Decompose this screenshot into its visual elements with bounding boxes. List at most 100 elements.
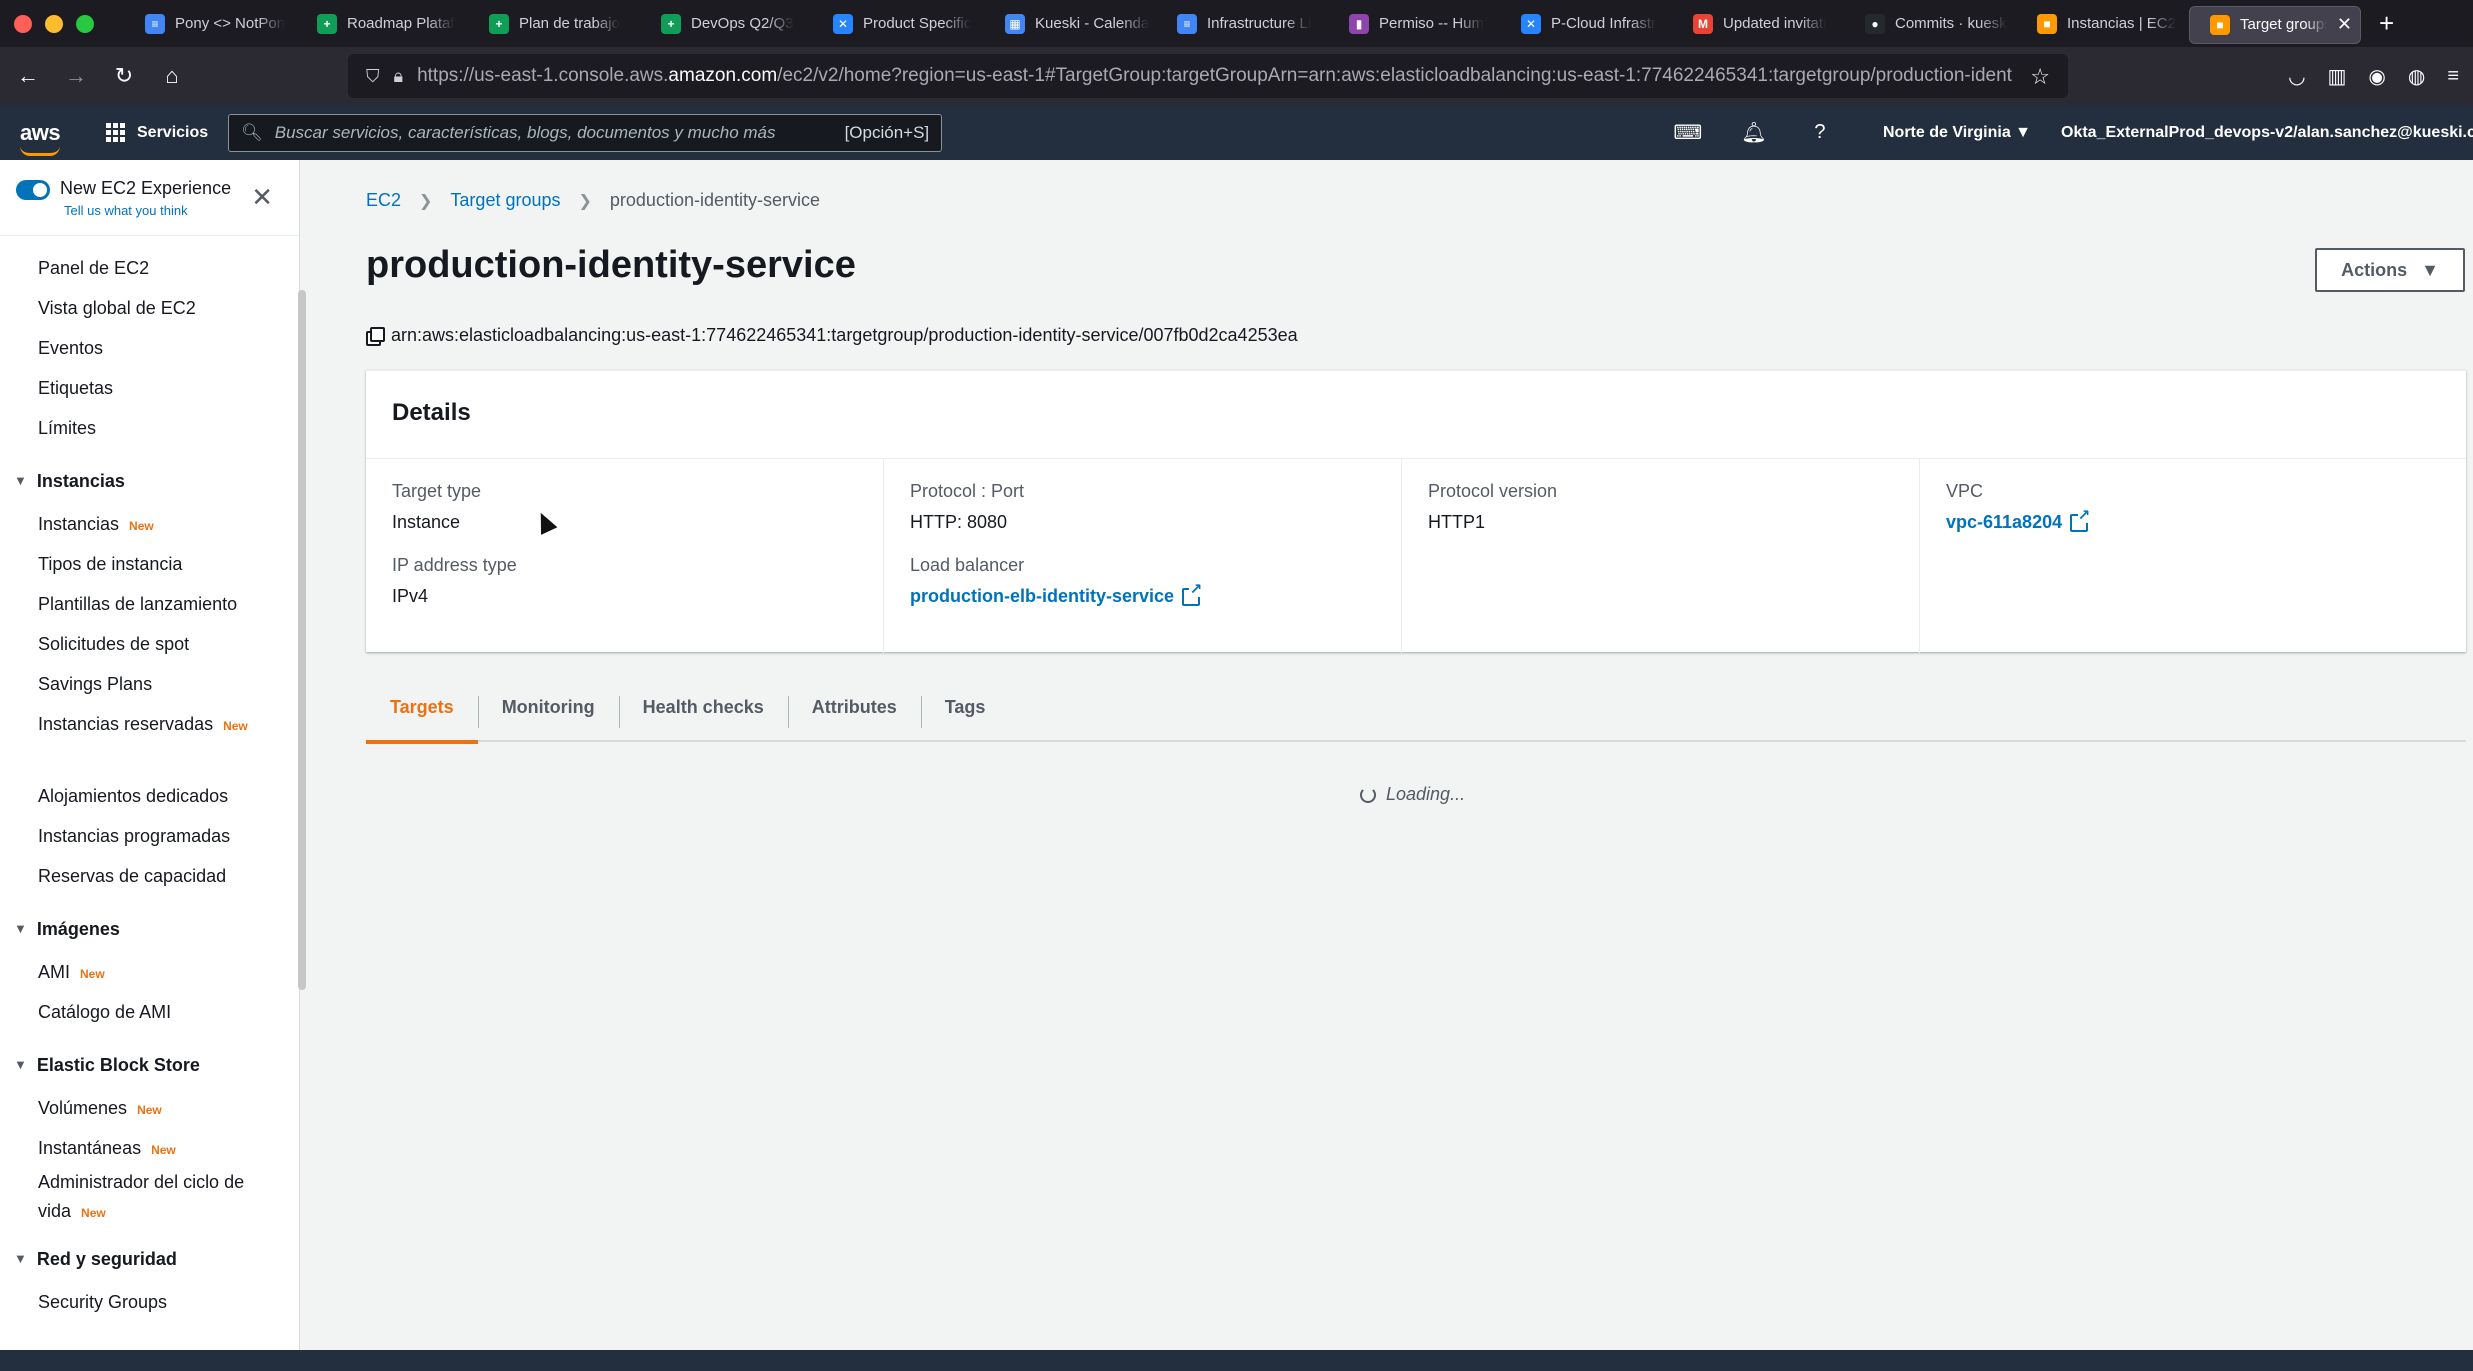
close-tab-icon[interactable]: ✕ bbox=[2337, 14, 2352, 35]
sidebar-item[interactable]: Reservas de capacidad bbox=[0, 856, 299, 896]
menu-icon[interactable]: ≡ bbox=[2447, 65, 2459, 88]
sidebar-item[interactable]: Eventos bbox=[0, 328, 299, 368]
sidebar-item[interactable]: Límites bbox=[0, 408, 299, 448]
breadcrumb: EC2 ❯ Target groups ❯ production-identit… bbox=[366, 190, 820, 211]
browser-tab[interactable]: ≡ Infrastructure Li bbox=[1157, 0, 1329, 47]
new-experience-toggle[interactable] bbox=[16, 180, 50, 200]
sidebar-item-label: Solicitudes de spot bbox=[38, 634, 190, 654]
address-bar[interactable]: ⛉ 🔒︎ https://us-east-1.console.aws.amazo… bbox=[348, 54, 2068, 98]
caret-down-icon: ▼ bbox=[2421, 259, 2439, 280]
sidebar-item-label: Vista global de EC2 bbox=[38, 298, 196, 318]
sidebar-section-header[interactable]: ▼ Imágenes bbox=[0, 906, 299, 952]
sidebar-section-header[interactable]: ▼ Instancias bbox=[0, 458, 299, 504]
sidebar-scrollbar[interactable] bbox=[298, 290, 306, 990]
tab-attributes[interactable]: Attributes bbox=[787, 690, 921, 742]
sidebar-icon[interactable]: ▥ bbox=[2328, 64, 2347, 89]
region-selector[interactable]: Norte de Virginia ▼ bbox=[1853, 124, 2061, 142]
sidebar-item[interactable]: Savings Plans bbox=[0, 664, 299, 704]
vpc-link[interactable]: vpc-611a8204 bbox=[1946, 507, 2412, 533]
browser-tab[interactable]: ▮ Permiso -- Hum bbox=[1329, 0, 1501, 47]
tab-monitoring[interactable]: Monitoring bbox=[477, 690, 619, 742]
load-balancer-link[interactable]: production-elb-identity-service bbox=[910, 581, 1375, 607]
sidebar-section-header[interactable]: ▼ Red y seguridad bbox=[0, 1236, 299, 1282]
tab-favicon-icon: ≡ bbox=[145, 13, 165, 34]
sidebar-item[interactable]: Panel de EC2 bbox=[0, 248, 299, 288]
search-input[interactable]: 🔍︎ Buscar servicios, características, bl… bbox=[228, 113, 943, 152]
account-menu[interactable]: Okta_ExternalProd_devops-v2/alan.sanchez… bbox=[2061, 124, 2473, 142]
cloudshell-icon[interactable]: ⌨ bbox=[1655, 120, 1721, 145]
tab-tags[interactable]: Tags bbox=[920, 690, 1010, 742]
new-tab-button[interactable]: + bbox=[2361, 8, 2412, 39]
sidebar-item[interactable]: Instancias programadas bbox=[0, 816, 299, 856]
sidebar-item[interactable]: Vista global de EC2 bbox=[0, 288, 299, 328]
sidebar-item[interactable]: Solicitudes de spot bbox=[0, 624, 299, 664]
actions-button[interactable]: Actions ▼ bbox=[2315, 248, 2465, 292]
sidebar-item[interactable]: Security Groups bbox=[0, 1282, 299, 1322]
breadcrumb-ec2[interactable]: EC2 bbox=[366, 190, 401, 211]
sidebar-item[interactable]: Instancias reservadas New bbox=[0, 704, 299, 776]
copy-icon[interactable] bbox=[366, 327, 385, 346]
minimize-window-button[interactable] bbox=[45, 14, 63, 33]
browser-tab[interactable]: ≡ Pony <> NotPon bbox=[125, 0, 297, 47]
browser-tab-title: Product Specific bbox=[863, 15, 972, 32]
sidebar-item[interactable]: Instantáneas New bbox=[0, 1128, 299, 1168]
external-link-icon bbox=[1182, 581, 1203, 606]
browser-tab-title: Instancias | EC2 bbox=[2067, 15, 2176, 32]
aws-logo[interactable]: aws bbox=[0, 120, 80, 156]
maximize-window-button[interactable] bbox=[76, 14, 94, 33]
tab-favicon-icon: ■ bbox=[2037, 13, 2057, 34]
sidebar-item-label: Administrador del ciclo de vida bbox=[38, 1172, 245, 1221]
tab-favicon-icon: ■ bbox=[2210, 14, 2230, 35]
services-menu-button[interactable]: Servicios bbox=[80, 123, 228, 142]
home-icon[interactable]: ⌂ bbox=[148, 52, 196, 100]
browser-tab[interactable]: M Updated invitati bbox=[1673, 0, 1845, 47]
browser-tab[interactable]: ▦ Kueski - Calenda bbox=[985, 0, 1157, 47]
close-window-button[interactable] bbox=[14, 14, 32, 33]
browser-tab[interactable]: ■ Target groups ✕ bbox=[2189, 5, 2361, 44]
bookmark-star-icon[interactable]: ☆ bbox=[2030, 64, 2050, 90]
pocket-icon[interactable]: ◡ bbox=[2288, 64, 2305, 89]
sidebar-item[interactable]: Alojamientos dedicados bbox=[0, 776, 299, 816]
sidebar-item[interactable]: Catálogo de AMI bbox=[0, 992, 299, 1032]
sidebar-item-label: Tipos de instancia bbox=[38, 554, 183, 574]
browser-tab[interactable]: ✕ Product Specific bbox=[813, 0, 985, 47]
sidebar-section-header[interactable]: ▼ Elastic Block Store bbox=[0, 1042, 299, 1088]
browser-tab-bar: ≡ Pony <> NotPon + Roadmap Plataf + Plan de t… bbox=[0, 0, 2473, 47]
sidebar-item[interactable]: Tipos de instancia bbox=[0, 544, 299, 584]
new-badge: New bbox=[223, 719, 248, 733]
sidebar-item-label: Instancias programadas bbox=[38, 826, 231, 846]
search-icon: 🔍︎ bbox=[241, 122, 263, 142]
browser-tab[interactable]: + DevOps Q2/Q3 bbox=[641, 0, 813, 47]
forward-icon[interactable]: → bbox=[52, 52, 100, 100]
sidebar-item[interactable]: Administrador del ciclo de vida New bbox=[0, 1168, 299, 1226]
caret-down-icon: ▼ bbox=[14, 1251, 27, 1266]
back-icon[interactable]: ← bbox=[4, 52, 52, 100]
help-icon[interactable]: ? bbox=[1787, 121, 1853, 144]
browser-tab[interactable]: + Roadmap Plataf bbox=[297, 0, 469, 47]
tab-targets[interactable]: Targets bbox=[366, 690, 478, 744]
profile-icon[interactable]: ◍ bbox=[2408, 64, 2425, 89]
experience-title: New EC2 Experience bbox=[60, 178, 232, 198]
details-column-4: VPC vpc-611a8204 bbox=[1920, 459, 2438, 653]
breadcrumb-target-groups[interactable]: Target groups bbox=[450, 190, 560, 211]
browser-tab[interactable]: ■ Instancias | EC2 bbox=[2017, 0, 2189, 47]
extension-icon[interactable]: ◉ bbox=[2368, 64, 2385, 89]
tab-health-checks[interactable]: Health checks bbox=[618, 690, 788, 742]
details-panel: Details Target type Instance IP address … bbox=[366, 370, 2466, 653]
sidebar-item[interactable]: AMI New bbox=[0, 952, 299, 992]
sidebar-item[interactable]: Plantillas de lanzamiento bbox=[0, 584, 299, 624]
feedback-link[interactable]: Tell us what you think bbox=[60, 203, 231, 218]
bell-icon[interactable]: 🔔︎ bbox=[1721, 120, 1787, 145]
load-balancer-label: Load balancer bbox=[910, 555, 1025, 575]
new-badge: New bbox=[80, 967, 105, 981]
sidebar-item[interactable]: Etiquetas bbox=[0, 368, 299, 408]
browser-tab[interactable]: ✕ P-Cloud Infrastr bbox=[1501, 0, 1673, 47]
tab-favicon-icon: M bbox=[1693, 13, 1713, 34]
close-icon[interactable]: ✕ bbox=[251, 182, 273, 213]
reload-icon[interactable]: ↻ bbox=[100, 52, 148, 100]
new-badge: New bbox=[129, 519, 154, 533]
sidebar-item[interactable]: Instancias New bbox=[0, 504, 299, 544]
sidebar-item[interactable]: Volúmenes New bbox=[0, 1088, 299, 1128]
browser-tab[interactable]: + Plan de trabajo bbox=[469, 0, 641, 47]
browser-tab[interactable]: ● Commits · kuesk bbox=[1845, 0, 2017, 47]
